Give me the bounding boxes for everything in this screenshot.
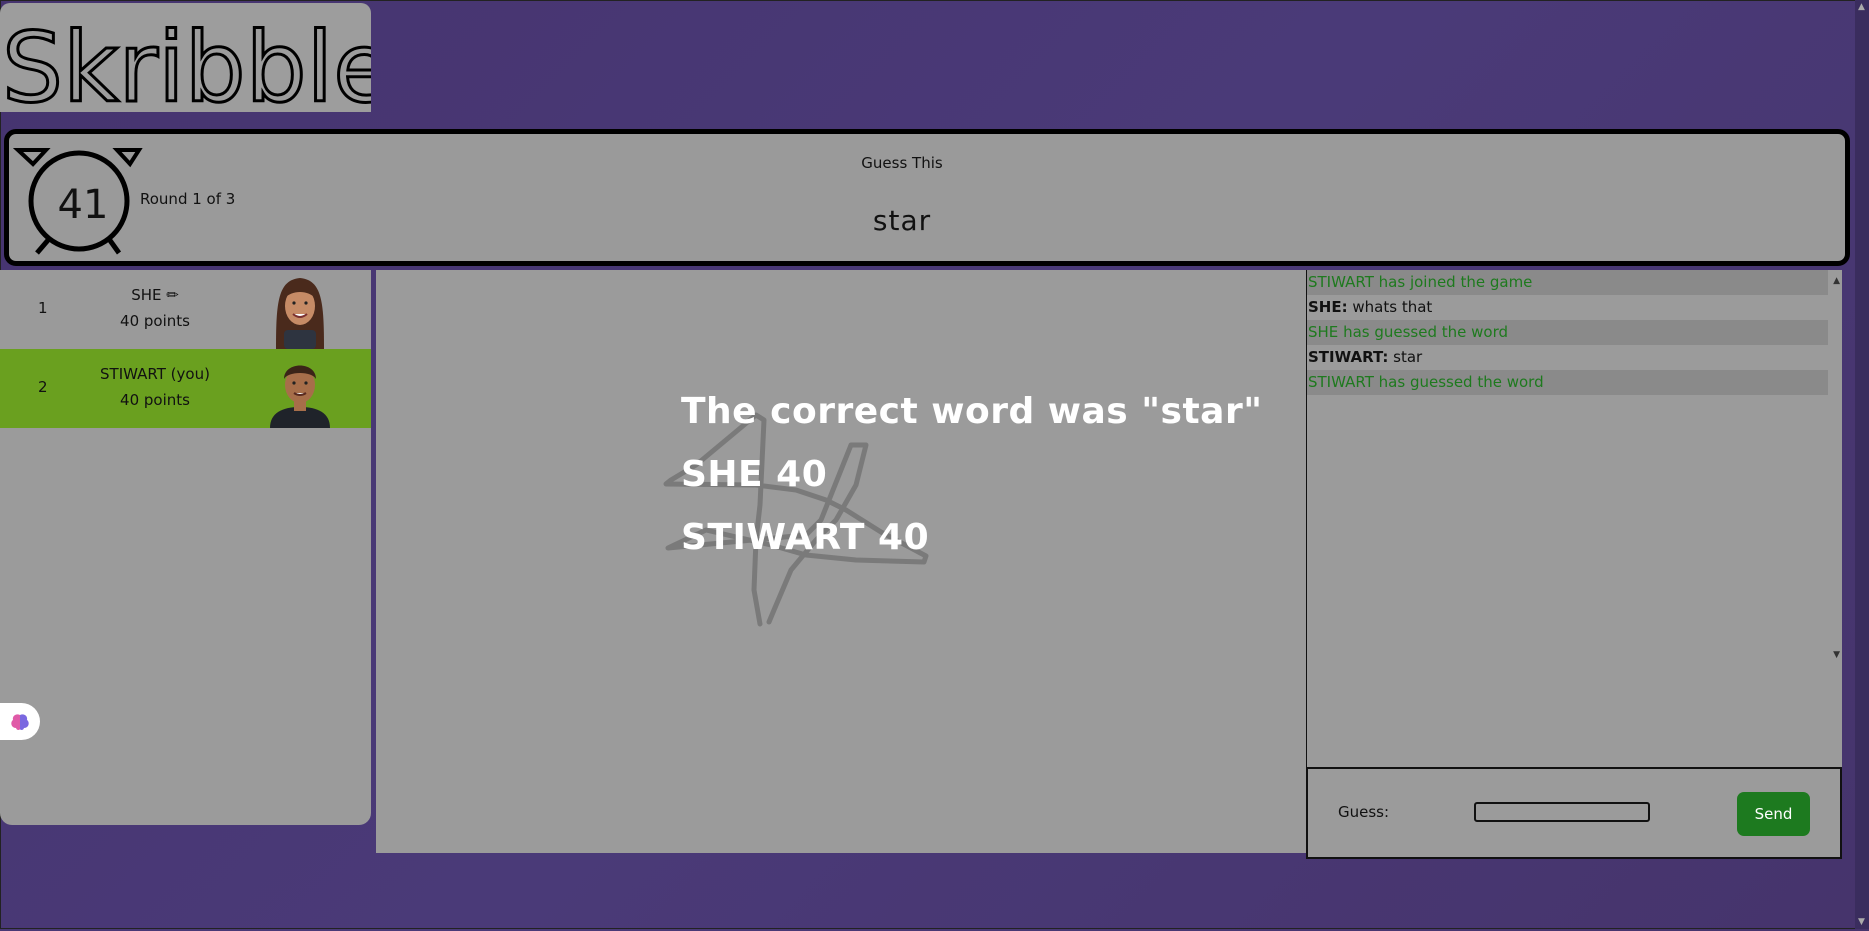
player-rank: 1 [38,299,48,317]
guess-input[interactable] [1474,802,1650,822]
scroll-up-arrow-icon[interactable]: ▲ [1858,2,1865,12]
correct-word-text: The correct word was "star" [681,391,1263,432]
player-row[interactable]: 1 SHE ✏ 40 points [0,270,371,349]
chat-message: STIWART has guessed the word [1307,370,1828,395]
player-name: SHE ✏ [131,286,179,304]
guess-form: Guess: Send [1306,767,1842,859]
player-row-current[interactable]: 2 STIWART (you) 40 points [0,349,371,428]
scroll-down-arrow-icon[interactable]: ▼ [1833,650,1840,660]
svg-text:Skribble: Skribble [2,12,371,112]
male-avatar-icon [270,365,330,428]
player-rank: 2 [38,378,48,396]
game-header: 41 Round 1 of 3 Guess This star [4,129,1850,266]
brain-extension-icon[interactable] [0,703,40,740]
score-line: SHE 40 [681,454,828,495]
player-name: STIWART (you) [100,365,210,383]
player-points: 40 points [120,312,190,330]
drawing-canvas[interactable]: The correct word was "star" SHE 40 STIWA… [376,270,1306,853]
chat-log[interactable]: STIWART has joined the game SHE: whats t… [1306,270,1842,767]
player-list: 1 SHE ✏ 40 points 2 STIWART (you) 40 poi… [0,270,371,825]
chat-message: SHE has guessed the word [1307,320,1828,345]
page-scrollbar[interactable]: ▲ ▼ [1855,0,1869,929]
chat-message: SHE: whats that [1308,298,1433,316]
round-result-overlay: The correct word was "star" SHE 40 STIWA… [681,380,1262,569]
score-line: STIWART 40 [681,517,930,558]
current-word: star [872,204,932,237]
guess-label: Guess: [1338,803,1390,821]
scroll-up-arrow-icon[interactable]: ▲ [1833,276,1840,286]
guess-this-label: Guess This [861,154,943,172]
female-avatar-icon [276,278,324,349]
chat-message: STIWART: star [1308,348,1423,366]
send-button[interactable]: Send [1737,792,1810,836]
chat-message: STIWART has joined the game [1307,270,1828,295]
logo: Skribble [0,3,371,112]
scroll-down-arrow-icon[interactable]: ▼ [1858,917,1865,927]
player-points: 40 points [120,391,190,409]
